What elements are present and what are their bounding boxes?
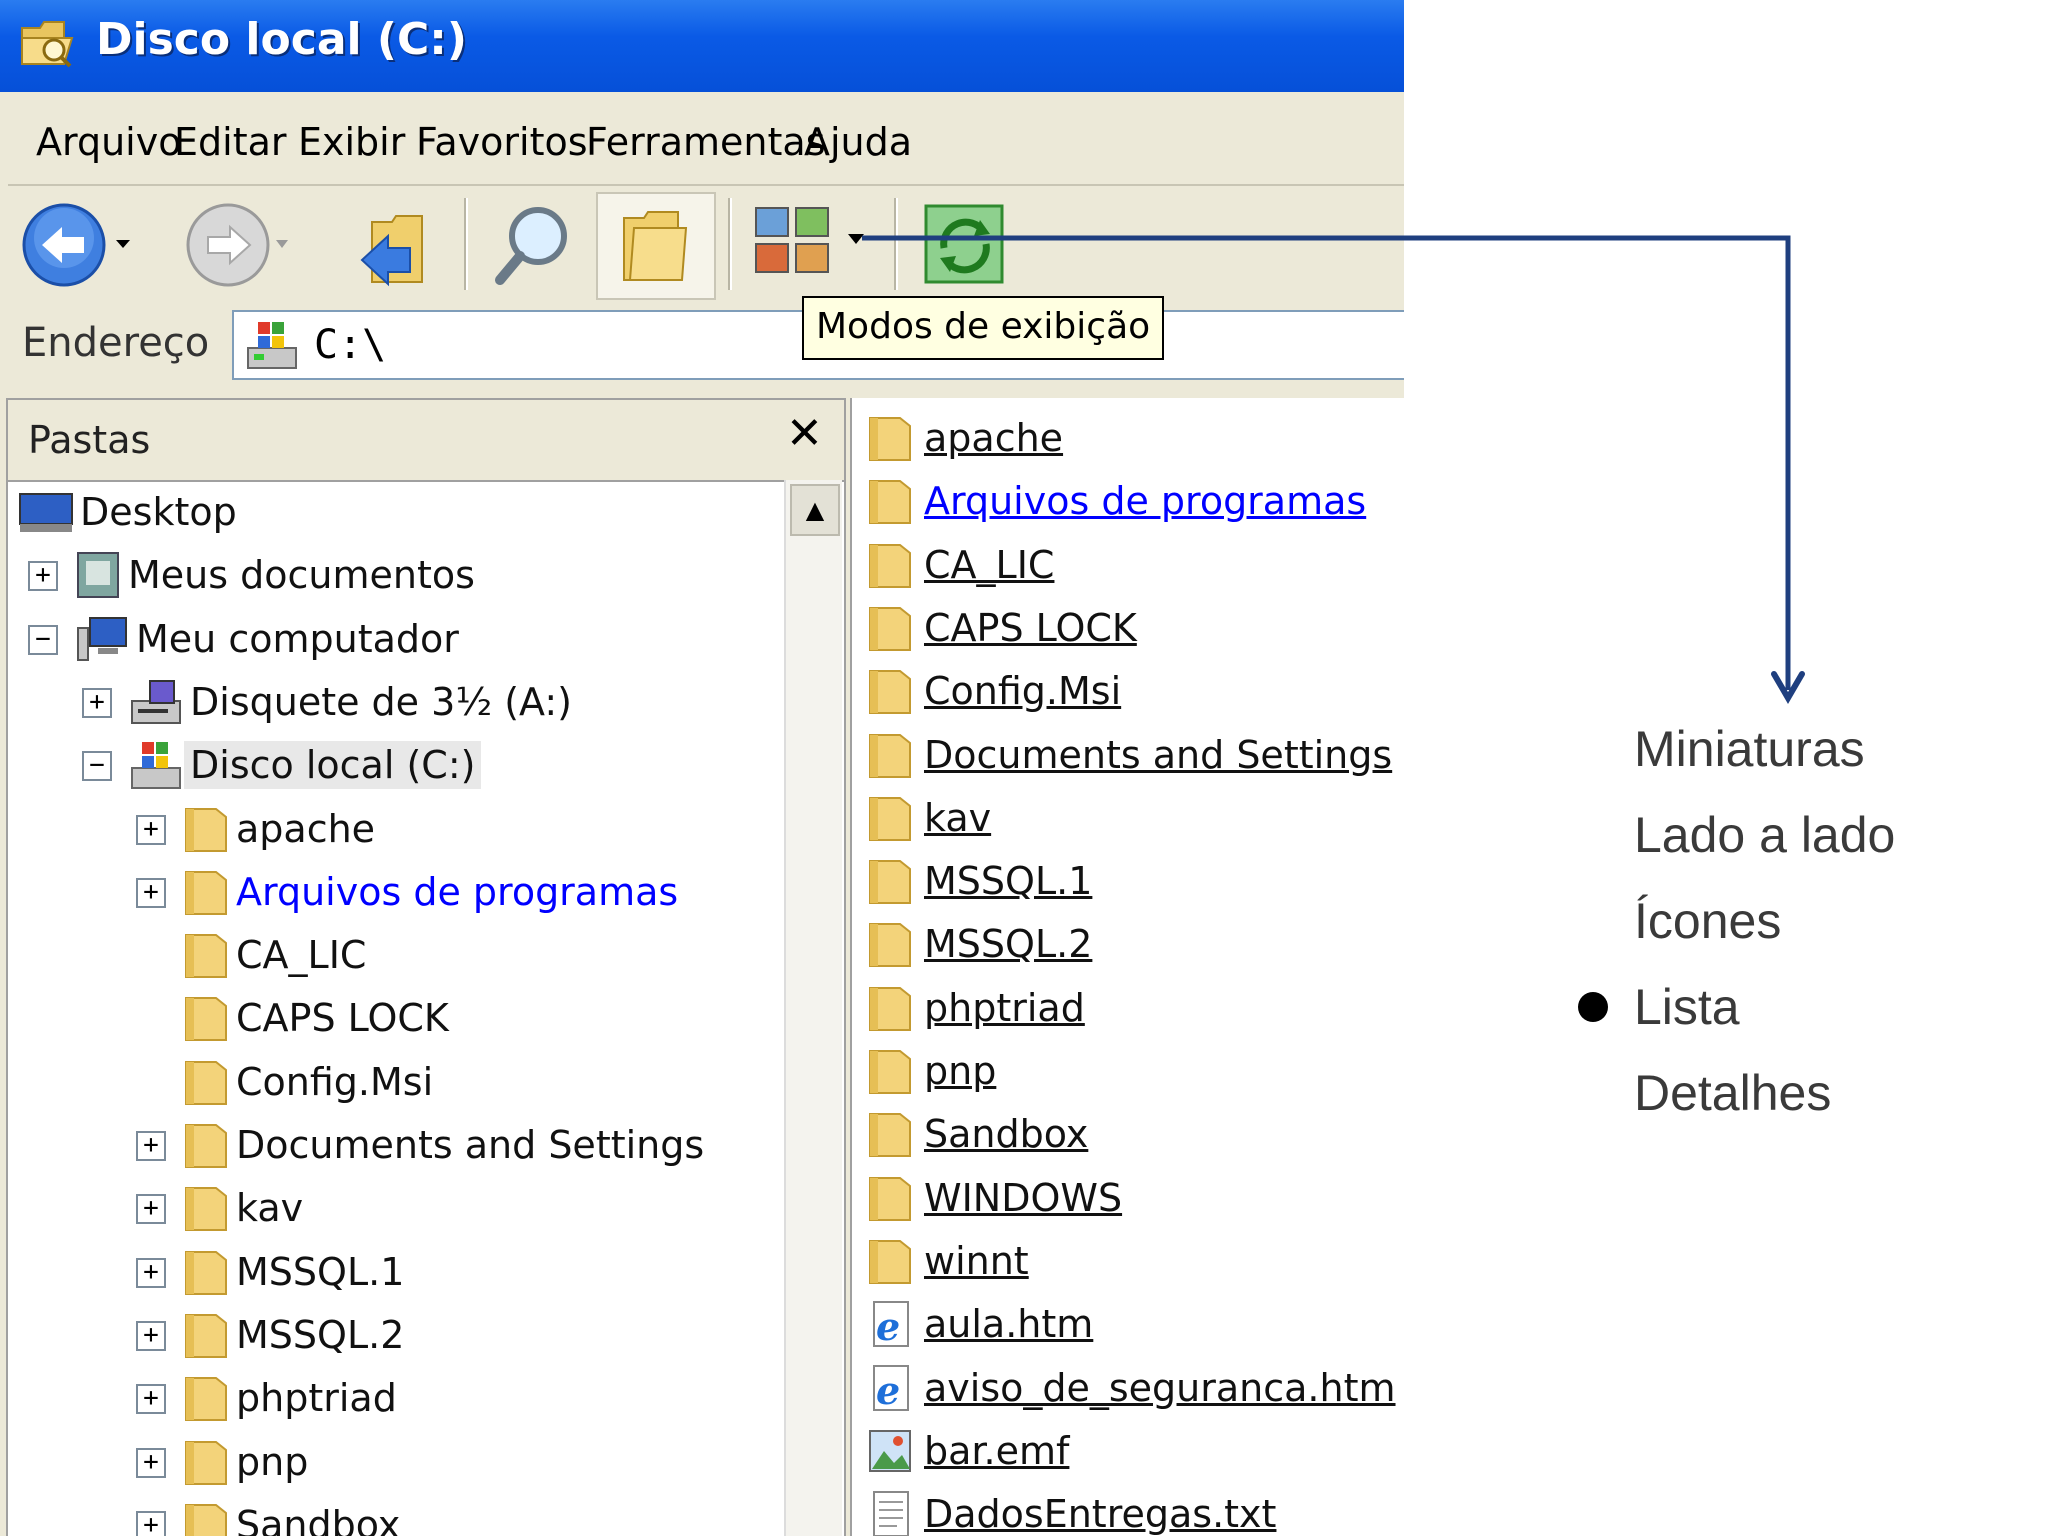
view-mode-miniaturas: Miniaturas: [1634, 721, 1865, 777]
view-mode-lado-a-lado: Lado a lado: [1634, 807, 1896, 863]
selected-bullet-icon: [1578, 992, 1608, 1022]
views-tooltip: Modos de exibição: [802, 296, 1165, 360]
view-mode-lista: Lista: [1634, 979, 1740, 1035]
view-mode-icones: Ícones: [1634, 893, 1782, 949]
view-mode-detalhes: Detalhes: [1634, 1065, 1832, 1121]
